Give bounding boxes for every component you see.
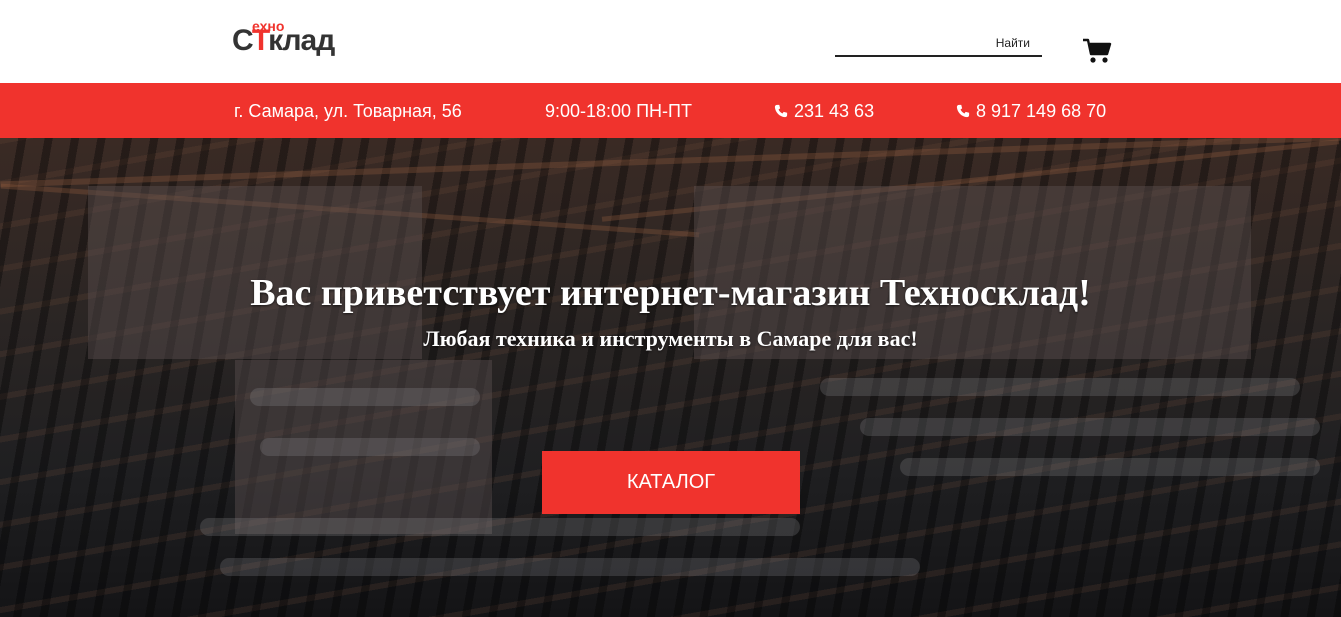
logo-t-letter: Т: [251, 24, 269, 57]
cart-icon[interactable]: [1082, 38, 1112, 64]
site-header: ехно СТклад Найти: [0, 0, 1341, 83]
search-bar: Найти: [835, 32, 1042, 57]
info-bar: г. Самара, ул. Товарная, 56 9:00-18:00 П…: [0, 83, 1341, 138]
hero-title: Вас приветствует интернет-магазин Технос…: [250, 272, 1091, 314]
background-wrench: [260, 438, 480, 456]
working-hours-text: 9:00-18:00 ПН-ПТ: [545, 101, 692, 121]
phone-icon: [774, 104, 788, 118]
background-wrench: [900, 458, 1320, 476]
phone-number-2: 8 917 149 68 70: [976, 101, 1107, 121]
phone-link-1[interactable]: 231 43 63: [774, 101, 874, 122]
search-input[interactable]: [835, 32, 985, 54]
hero-banner: Вас приветствует интернет-магазин Технос…: [0, 138, 1341, 617]
background-wrench: [250, 388, 480, 406]
phone-number-1: 231 43 63: [794, 101, 875, 121]
search-button[interactable]: Найти: [996, 36, 1030, 50]
logo-main-text: СТклад: [232, 24, 335, 58]
logo-rest: клад: [268, 24, 335, 57]
background-wrench: [200, 518, 800, 536]
address-text: г. Самара, ул. Товарная, 56: [234, 101, 462, 121]
background-wrench: [860, 418, 1320, 436]
phone-icon: [956, 104, 970, 118]
phone-link-2[interactable]: 8 917 149 68 70: [956, 101, 1106, 122]
logo-prefix: С: [232, 24, 253, 57]
background-wrench: [820, 378, 1300, 396]
hero-subtitle: Любая техника и инструменты в Самаре для…: [423, 326, 918, 351]
site-logo[interactable]: ехно СТклад: [232, 16, 352, 60]
catalog-button[interactable]: КАТАЛОГ: [542, 451, 800, 514]
background-wrench: [220, 558, 920, 576]
